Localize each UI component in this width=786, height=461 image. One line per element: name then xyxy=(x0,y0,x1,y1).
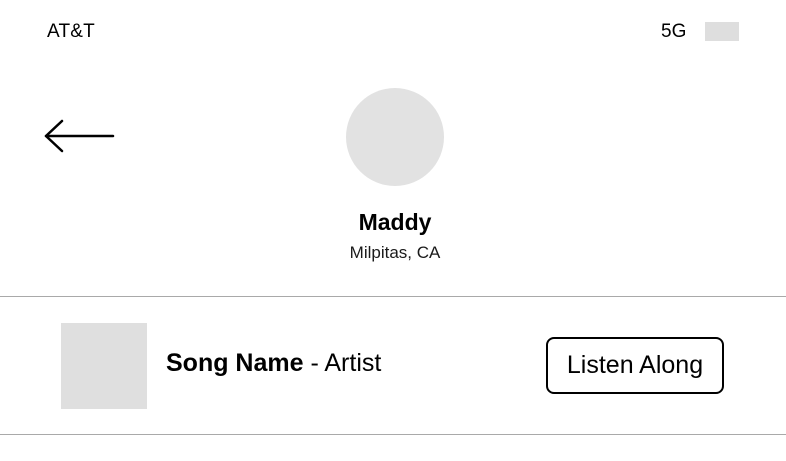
song-info: Song Name - Artist xyxy=(166,348,381,378)
profile-location: Milpitas, CA xyxy=(349,243,441,262)
listen-along-button[interactable]: Listen Along xyxy=(546,337,724,394)
now-playing-row: Song Name - Artist Listen Along xyxy=(0,297,786,434)
arrow-left-icon xyxy=(44,119,115,153)
album-art xyxy=(61,323,147,409)
profile-name: Maddy xyxy=(358,209,432,235)
avatar xyxy=(346,88,444,186)
song-name: Song Name xyxy=(166,349,304,377)
song-artist-separator: - xyxy=(303,349,325,377)
song-artist: Artist xyxy=(324,349,382,377)
battery-icon xyxy=(705,22,739,41)
status-bar: AT&T 5G xyxy=(0,0,786,64)
network-label: 5G xyxy=(661,21,687,42)
divider xyxy=(0,434,786,435)
carrier-label: AT&T xyxy=(47,21,95,42)
back-button[interactable] xyxy=(40,114,120,158)
